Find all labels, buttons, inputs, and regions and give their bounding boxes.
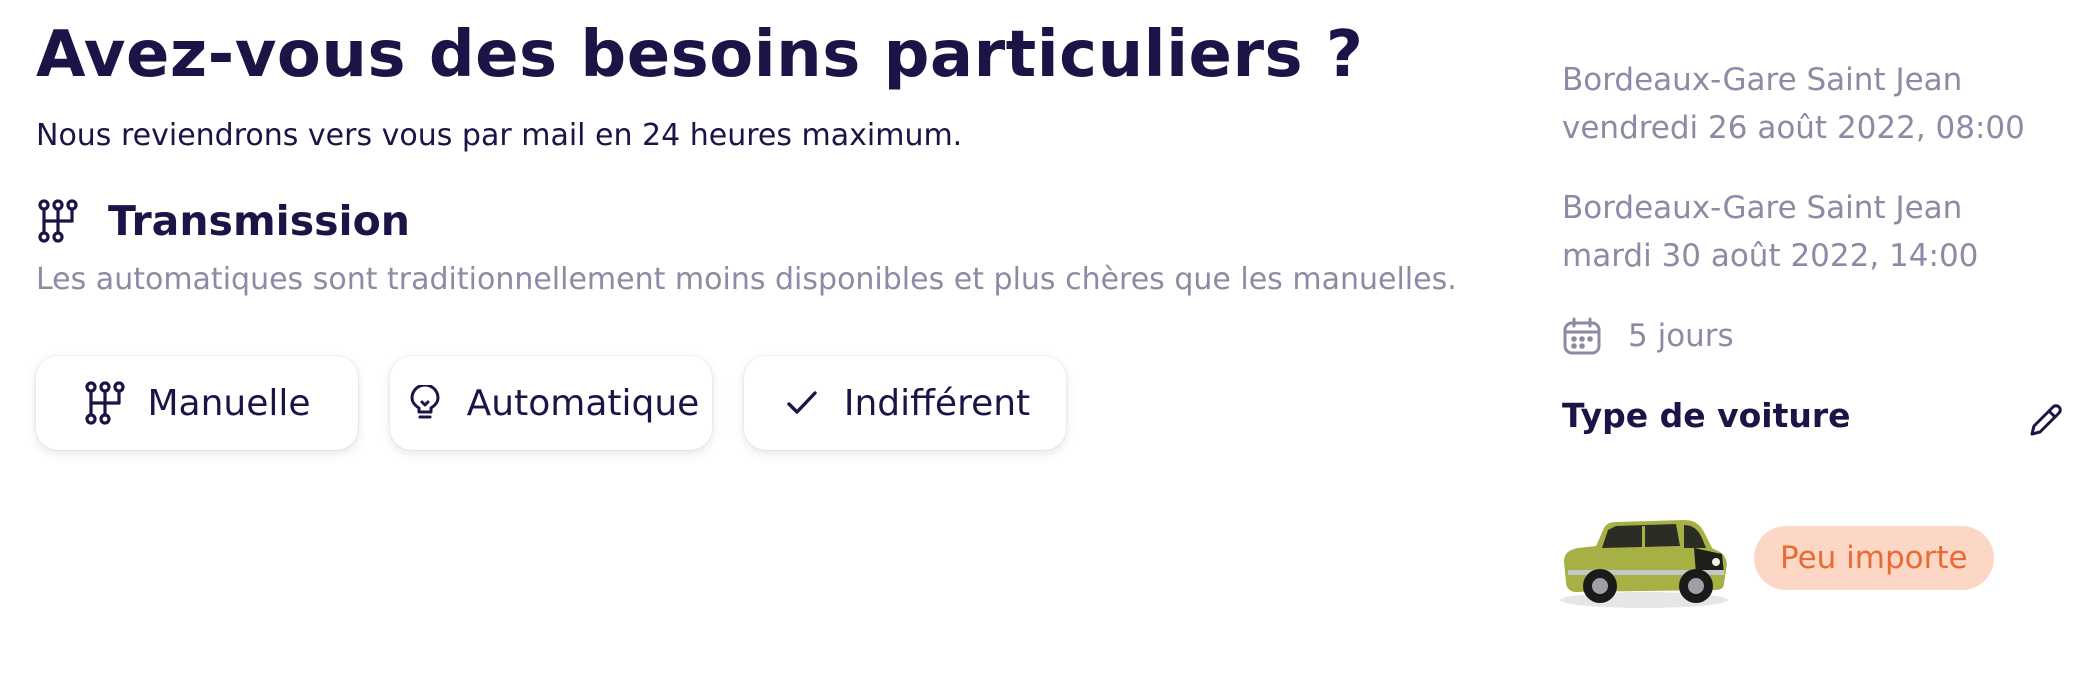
gearshift-icon [36,199,80,243]
transmission-title: Transmission [108,197,410,245]
lightbulb-icon [403,381,447,425]
pickup-location: Bordeaux-Gare Saint Jean [1562,62,1963,98]
calendar-icon [1562,316,1602,356]
page-title: Avez-vous des besoins particuliers ? [36,18,1364,92]
check-icon [780,381,824,425]
rental-duration: 5 jours [1562,312,1734,360]
transmission-options: Manuelle Automatique Indifférent [36,356,1066,450]
dropoff-location: Bordeaux-Gare Saint Jean [1562,190,1963,226]
option-label: Indifférent [843,382,1031,424]
option-automatique[interactable]: Automatique [390,356,712,450]
page-subtitle: Nous reviendrons vers vous par mail en 2… [36,118,963,153]
car-image [1556,508,1732,612]
car-type-badge: Peu importe [1754,526,1994,590]
transmission-header: Transmission [36,196,410,246]
pencil-icon[interactable] [2022,396,2070,444]
pickup-info: Bordeaux-Gare Saint Jean vendredi 26 aoû… [1562,56,2025,152]
duration-label: 5 jours [1628,318,1734,354]
pickup-datetime: vendredi 26 août 2022, 08:00 [1562,110,2025,146]
dropoff-info: Bordeaux-Gare Saint Jean mardi 30 août 2… [1562,184,1978,280]
option-label: Automatique [466,382,700,424]
car-type-title: Type de voiture [1562,396,1851,435]
gearshift-icon [83,381,127,425]
option-label: Manuelle [147,382,311,424]
option-indifferent[interactable]: Indifférent [744,356,1066,450]
option-manuelle[interactable]: Manuelle [36,356,358,450]
transmission-description: Les automatiques sont traditionnellement… [36,262,1457,297]
dropoff-datetime: mardi 30 août 2022, 14:00 [1562,238,1979,274]
